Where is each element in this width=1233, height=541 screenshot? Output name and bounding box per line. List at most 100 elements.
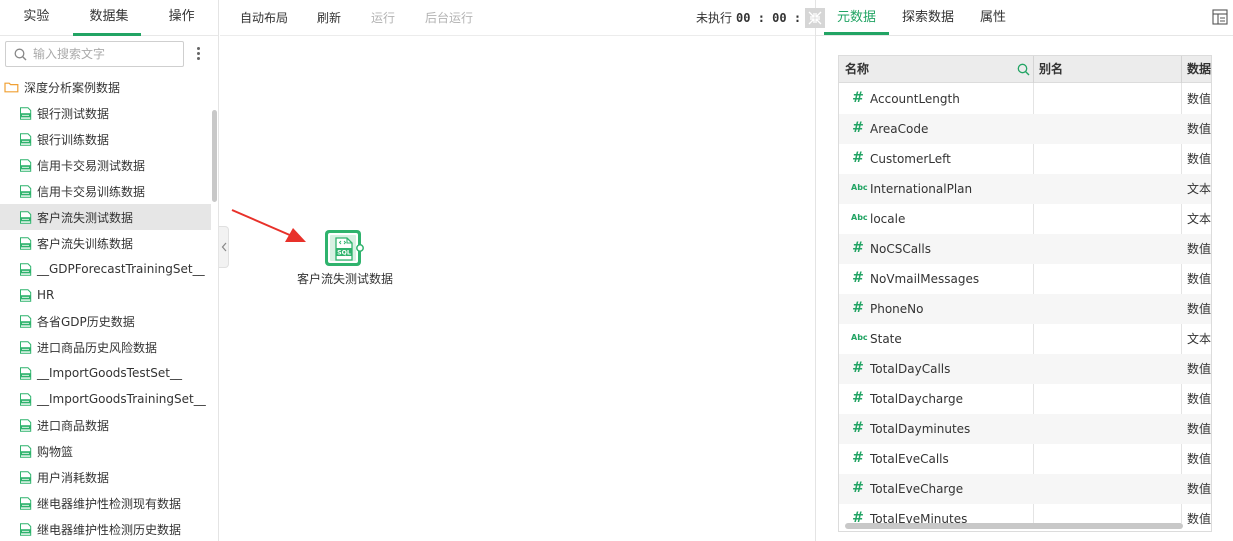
left-tabs: 实验 数据集 操作	[0, 0, 218, 36]
sql-file-icon	[20, 522, 32, 536]
dataset-node[interactable]: SQL	[324, 229, 364, 269]
metadata-horizontal-scrollbar[interactable]	[845, 523, 1183, 529]
sql-file-icon	[20, 262, 32, 276]
table-row[interactable]: # TotalDayminutes 数值	[839, 414, 1212, 444]
numeric-type-icon: #	[852, 120, 864, 136]
auto-layout-button[interactable]: 自动布局	[240, 0, 288, 36]
tree-item-dataset[interactable]: 继电器维护性检测历史数据	[0, 516, 211, 541]
table-row[interactable]: # TotalDayCalls 数值	[839, 354, 1211, 384]
run-button[interactable]: 运行	[371, 0, 395, 36]
tree-item-dataset[interactable]: 客户流失测试数据	[0, 204, 211, 230]
table-row[interactable]: Abc locale 文本	[839, 204, 1211, 234]
table-row[interactable]: # NoCSCalls 数值	[839, 234, 1211, 264]
tab-experiment[interactable]: 实验	[0, 0, 73, 35]
tree-item-label: 信用卡交易训练数据	[37, 184, 146, 199]
numeric-type-icon: #	[852, 450, 864, 466]
search-input[interactable]	[33, 45, 181, 63]
layout-toggle-icon[interactable]	[1212, 9, 1228, 25]
column-header-type[interactable]: 数据类型	[1187, 56, 1211, 83]
tree-item-dataset[interactable]: 信用卡交易训练数据	[0, 178, 211, 204]
folder-label: 深度分析案例数据	[24, 80, 121, 95]
tree-item-label: 银行训练数据	[37, 132, 110, 147]
text-type-icon: Abc	[851, 183, 868, 192]
tree-item-dataset[interactable]: 进口商品历史风险数据	[0, 334, 211, 360]
tree-item-dataset[interactable]: 银行测试数据	[0, 100, 211, 126]
table-row[interactable]: # TotalEveCalls 数值	[839, 444, 1211, 474]
tree-item-label: 信用卡交易测试数据	[37, 158, 146, 173]
field-type: 数值	[1187, 512, 1212, 526]
search-icon[interactable]	[1017, 63, 1030, 76]
tree-folder[interactable]: 深度分析案例数据	[0, 74, 211, 100]
tab-properties[interactable]: 属性	[980, 0, 1006, 35]
table-row[interactable]: # PhoneNo 数值	[839, 294, 1211, 324]
left-scrollbar[interactable]	[212, 110, 217, 202]
field-type: 数值	[1187, 422, 1212, 436]
field-name: locale	[870, 212, 906, 226]
tree-item-label: 各省GDP历史数据	[37, 314, 135, 329]
table-row[interactable]: # TotalEveCharge 数值	[839, 474, 1212, 504]
tree-item-dataset[interactable]: __ImportGoodsTrainingSet__	[0, 386, 211, 412]
tree-item-label: 客户流失测试数据	[37, 210, 134, 225]
field-name: TotalDaycharge	[870, 392, 963, 406]
table-row[interactable]: Abc InternationalPlan 文本	[839, 174, 1212, 204]
table-row[interactable]: # NoVmailMessages 数值	[839, 264, 1212, 294]
table-row[interactable]: # CustomerLeft 数值	[839, 144, 1211, 174]
search-box	[5, 41, 184, 67]
metadata-table-body: # AccountLength 数值 # AreaCode 数值 # CustomerLeft…	[839, 84, 1212, 531]
table-row[interactable]: Abc State 文本	[839, 324, 1211, 354]
field-type: 数值	[1187, 272, 1212, 286]
text-type-icon: Abc	[851, 213, 868, 222]
search-icon	[14, 48, 27, 61]
tree-item-dataset[interactable]: 客户流失训练数据	[0, 230, 211, 256]
numeric-type-icon: #	[852, 420, 864, 436]
field-name: NoVmailMessages	[870, 272, 980, 286]
collapse-arrows-icon	[808, 11, 822, 25]
table-row[interactable]: # AreaCode 数值	[839, 114, 1211, 144]
sql-file-icon	[20, 392, 32, 406]
numeric-type-icon: #	[852, 150, 864, 166]
node-output-port[interactable]	[356, 244, 364, 252]
tab-operations[interactable]: 操作	[145, 0, 218, 35]
table-row[interactable]: # TotalDaycharge 数值	[839, 384, 1211, 414]
field-name: TotalDayminutes	[870, 422, 971, 436]
sql-file-icon	[20, 470, 32, 484]
chevron-left-icon	[221, 242, 226, 252]
tree-item-dataset[interactable]: __ImportGoodsTestSet__	[0, 360, 211, 386]
numeric-type-icon: #	[852, 480, 864, 496]
background-run-button[interactable]: 后台运行	[425, 0, 473, 36]
tree-item-label: 进口商品数据	[37, 418, 110, 433]
tree-item-dataset[interactable]: HR	[0, 282, 211, 308]
tree-item-dataset[interactable]: 继电器维护性检测现有数据	[0, 490, 211, 516]
tree-item-dataset[interactable]: 进口商品数据	[0, 412, 211, 438]
sql-file-icon	[20, 366, 32, 380]
field-type: 数值	[1187, 482, 1212, 496]
field-type: 文本	[1187, 182, 1212, 196]
refresh-button[interactable]: 刷新	[317, 0, 341, 36]
metadata-table-header: 名称 别名 数据类型	[839, 56, 1211, 83]
search-row	[5, 41, 215, 67]
tree-item-dataset[interactable]: 购物篮	[0, 438, 211, 464]
canvas-toolbar: 自动布局 刷新 运行 后台运行 未执行 00 : 00 : 00	[220, 0, 823, 36]
column-header-alias[interactable]: 别名	[1039, 56, 1063, 83]
red-arrow-annotation	[231, 209, 306, 242]
tree-item-label: HR	[37, 288, 55, 302]
field-name: AreaCode	[870, 122, 929, 136]
tree-item-dataset[interactable]: __GDPForecastTrainingSet__	[0, 256, 211, 282]
tree-item-label: 客户流失训练数据	[37, 236, 134, 251]
tree-item-dataset[interactable]: 用户消耗数据	[0, 464, 211, 490]
tab-explore-data[interactable]: 探索数据	[902, 0, 954, 35]
tree-item-label: __GDPForecastTrainingSet__	[37, 262, 205, 276]
column-header-name[interactable]: 名称	[845, 56, 869, 83]
tab-metadata[interactable]: 元数据	[823, 0, 890, 35]
tree-item-dataset[interactable]: 信用卡交易测试数据	[0, 152, 211, 178]
tab-datasets[interactable]: 数据集	[72, 0, 146, 36]
table-row[interactable]: # AccountLength 数值	[839, 84, 1211, 114]
run-status-text: 未执行	[696, 11, 733, 25]
tree-item-dataset[interactable]: 各省GDP历史数据	[0, 308, 211, 334]
numeric-type-icon: #	[852, 360, 864, 376]
numeric-type-icon: #	[852, 270, 864, 286]
expand-canvas-button[interactable]	[805, 8, 825, 28]
tree-item-dataset[interactable]: 银行训练数据	[0, 126, 211, 152]
workflow-canvas[interactable]	[230, 37, 815, 541]
more-options-icon[interactable]	[194, 45, 202, 63]
